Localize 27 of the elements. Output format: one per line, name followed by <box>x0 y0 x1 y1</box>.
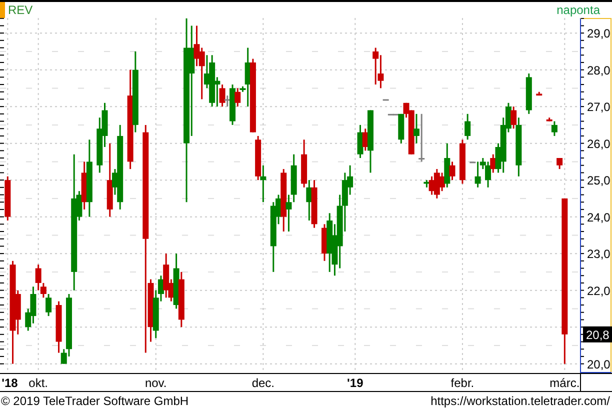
price-axis-label: 20,0 <box>587 357 610 372</box>
date-axis-label: '18 <box>2 376 18 390</box>
price-tag: 20,8 <box>583 326 612 342</box>
date-axis-label: nov. <box>144 376 167 390</box>
date-axis-label: '19 <box>347 376 364 390</box>
candlestick <box>526 74 532 114</box>
copyright-text: © 2019 TeleTrader Software GmbH <box>1 394 189 408</box>
price-axis-label: 22,0 <box>587 284 610 298</box>
symbol-label: REV <box>8 3 33 17</box>
price-axis-label: 28,0 <box>587 63 610 78</box>
date-axis-label: okt. <box>28 376 48 390</box>
candlestick <box>4 176 11 220</box>
candlestick <box>536 92 542 96</box>
price-axis-label: 29,0 <box>587 26 610 41</box>
price-axis-label: 27,0 <box>587 100 610 114</box>
candlestick <box>556 158 563 170</box>
price-axis-label: 24,0 <box>587 210 610 224</box>
candlestick <box>382 98 389 101</box>
price-axis-label: 26,0 <box>587 136 610 151</box>
interval-label: naponta <box>556 3 601 17</box>
price-axis-label: 23,0 <box>587 247 610 262</box>
date-axis-label: márc. <box>550 376 580 390</box>
date-axis-label: febr. <box>450 376 474 390</box>
price-axis-label: 25,0 <box>587 174 610 188</box>
date-axis-label: dec. <box>252 376 275 390</box>
symbol-marker <box>0 2 5 18</box>
source-url: https://workstation.teletrader.com/ <box>430 394 610 408</box>
